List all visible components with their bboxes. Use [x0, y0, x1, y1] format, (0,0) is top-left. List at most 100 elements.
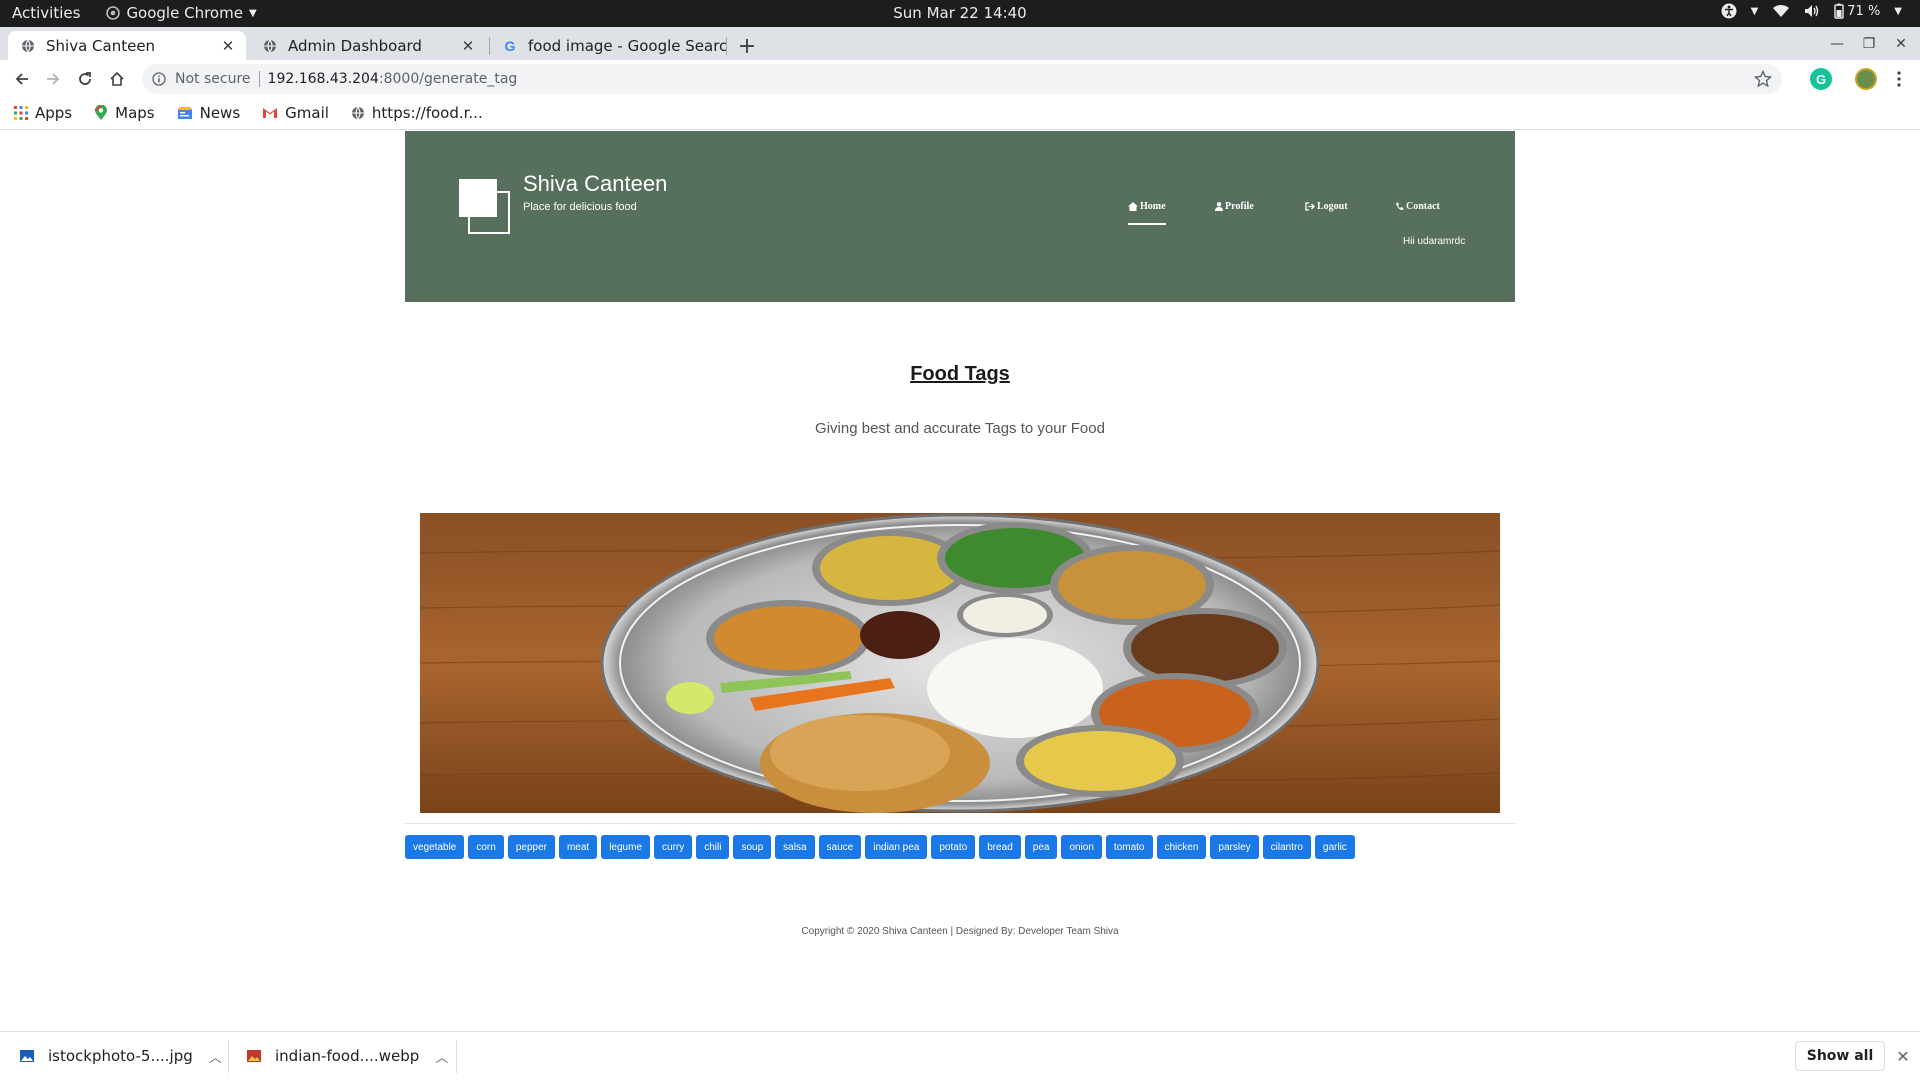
thali-illustration [420, 513, 1500, 813]
food-tag[interactable]: indian pea [865, 835, 928, 859]
tab-title: food image - Google Search [528, 36, 726, 55]
nav-profile-label: Profile [1225, 201, 1254, 212]
minimize-icon[interactable]: — [1826, 33, 1848, 55]
restore-icon[interactable]: ❐ [1858, 33, 1880, 55]
home-button[interactable] [104, 66, 130, 92]
app-menu-label: Google Chrome [126, 4, 243, 22]
more-vertical-icon [1897, 71, 1901, 87]
food-tag[interactable]: meat [558, 835, 598, 859]
food-tag[interactable]: legume [601, 835, 651, 859]
tab-title: Shiva Canteen [46, 36, 156, 55]
nav-home-label: Home [1140, 201, 1166, 212]
sign-out-icon [1305, 202, 1315, 211]
arrow-right-icon [47, 73, 60, 85]
star-icon[interactable] [1754, 70, 1772, 88]
url-host: 192.168.43.204 [267, 71, 379, 87]
battery-icon [1834, 3, 1844, 19]
food-tag[interactable]: chili [696, 835, 730, 859]
clock[interactable]: Sun Mar 22 14:40 [893, 4, 1026, 22]
page-title: Food Tags [910, 363, 1010, 385]
chevron-up-icon[interactable]: ︿ [209, 1047, 222, 1066]
chrome-menu-button[interactable] [1886, 66, 1912, 92]
profile-avatar[interactable] [1855, 68, 1877, 90]
app-menu[interactable]: Google Chrome ▼ [106, 4, 257, 22]
tab-admin-dashboard[interactable]: Admin Dashboard ✕ [250, 31, 486, 60]
download-shelf: istockphoto-5....jpg ︿ indian-food....we… [0, 1031, 1920, 1080]
show-all-downloads-button[interactable]: Show all [1795, 1041, 1885, 1071]
apps-grid-icon [14, 106, 28, 120]
tab-google-search[interactable]: G food image - Google Search [490, 31, 726, 60]
grammarly-extension-icon[interactable]: G [1810, 68, 1832, 90]
tab-title: Admin Dashboard [288, 36, 422, 55]
logo-front-square [459, 179, 497, 217]
bookmark-gmail[interactable]: Gmail [262, 104, 329, 122]
food-tag[interactable]: garlic [1314, 835, 1355, 859]
food-tag[interactable]: soup [733, 835, 772, 859]
bookmark-label: Apps [35, 104, 73, 122]
site-header: Shiva Canteen Place for delicious food H… [405, 131, 1515, 302]
download-separator [228, 1040, 229, 1073]
forward-button[interactable] [40, 66, 66, 92]
caret-down-icon: ▼ [248, 7, 257, 19]
section-divider [405, 823, 1515, 824]
chevron-up-icon[interactable]: ︿ [435, 1047, 448, 1066]
nav-contact-link[interactable]: Contact [1395, 201, 1440, 212]
close-tab-icon[interactable]: ✕ [218, 36, 238, 56]
site-logo[interactable] [459, 179, 511, 235]
user-greeting: Hii udaramrdc [1403, 236, 1466, 247]
food-tag[interactable]: chicken [1156, 835, 1207, 859]
nav-home-link[interactable]: Home [1128, 201, 1166, 212]
download-item[interactable]: istockphoto-5....jpg ︿ [20, 1032, 222, 1080]
nav-logout-link[interactable]: Logout [1305, 201, 1348, 212]
system-tray[interactable]: ▼ 71 % ▼ [1721, 3, 1902, 19]
globe-icon [262, 38, 278, 54]
bookmarks-bar: Apps Maps News Gmail https://food.r... [0, 97, 1920, 130]
bookmark-apps[interactable]: Apps [14, 104, 72, 122]
footer-copyright: Copyright © 2020 Shiva Canteen | Designe… [801, 926, 1119, 937]
omnibox-divider [258, 71, 260, 87]
new-tab-button[interactable]: + [735, 34, 759, 59]
tab-shiva-canteen[interactable]: Shiva Canteen ✕ [8, 31, 246, 60]
accessibility-icon [1721, 3, 1737, 19]
close-window-icon[interactable]: ✕ [1890, 33, 1912, 55]
close-tab-icon[interactable]: ✕ [458, 36, 478, 56]
security-label[interactable]: Not secure [175, 71, 251, 87]
food-tag[interactable]: parsley [1210, 835, 1259, 859]
image-file-icon [20, 1050, 34, 1062]
page-viewport: Shiva Canteen Place for delicious food H… [0, 131, 1920, 1031]
chrome-icon [106, 6, 121, 20]
globe-icon [351, 106, 364, 120]
activities-button[interactable]: Activities [12, 4, 80, 22]
food-tag[interactable]: corn [468, 835, 504, 859]
food-image [420, 513, 1500, 813]
bookmark-food-site[interactable]: https://food.r... [351, 104, 483, 122]
close-shelf-icon[interactable]: ✕ [1893, 1046, 1913, 1066]
food-tag[interactable]: salsa [775, 835, 815, 859]
food-tag[interactable]: bread [979, 835, 1021, 859]
arrow-left-icon [15, 73, 28, 85]
address-bar[interactable]: Not secure 192.168.43.204 :8000/generate… [142, 64, 1782, 94]
food-tag[interactable]: curry [654, 835, 693, 859]
food-tag[interactable]: cilantro [1262, 835, 1311, 859]
download-separator [456, 1040, 457, 1073]
reload-button[interactable] [72, 66, 98, 92]
food-tag[interactable]: onion [1061, 835, 1102, 859]
bookmark-news[interactable]: News [177, 104, 240, 122]
user-icon [1215, 202, 1223, 211]
bookmark-maps[interactable]: Maps [94, 104, 155, 122]
food-tag[interactable]: pepper [507, 835, 555, 859]
brand-tagline: Place for delicious food [523, 201, 637, 213]
food-tag[interactable]: vegetable [405, 835, 465, 859]
info-icon[interactable] [151, 71, 167, 87]
volume-icon [1805, 5, 1819, 17]
food-tag[interactable]: sauce [818, 835, 862, 859]
nav-profile-link[interactable]: Profile [1215, 201, 1254, 212]
food-tag[interactable]: potato [931, 835, 976, 859]
download-item[interactable]: indian-food....webp ︿ [247, 1032, 448, 1080]
bookmark-label: Gmail [285, 104, 329, 122]
download-filename: istockphoto-5....jpg [48, 1047, 193, 1065]
food-tag[interactable]: pea [1024, 835, 1058, 859]
brand-name[interactable]: Shiva Canteen [523, 171, 667, 197]
food-tag[interactable]: tomato [1105, 835, 1153, 859]
back-button[interactable] [9, 66, 35, 92]
